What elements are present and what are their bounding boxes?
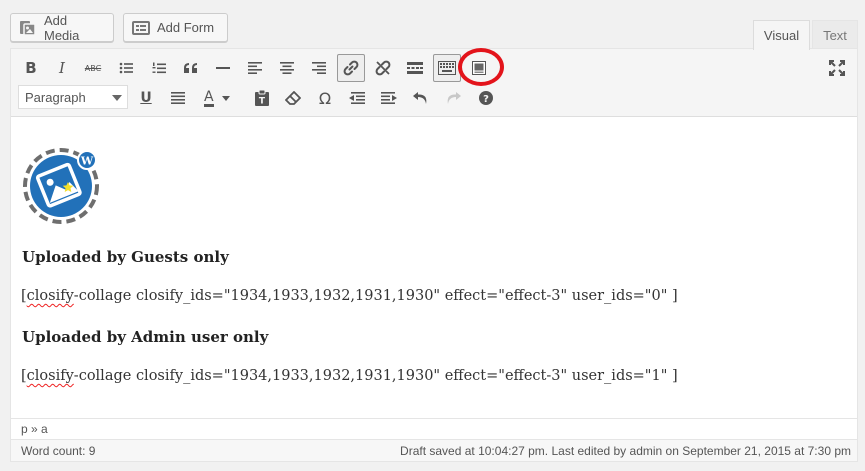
status-bar: Word count: 9 Draft saved at 10:04:27 pm… bbox=[11, 439, 857, 461]
format-select[interactable]: Paragraph bbox=[18, 85, 128, 109]
read-more-button[interactable] bbox=[401, 54, 429, 82]
redo-button[interactable] bbox=[439, 84, 467, 112]
align-right-icon bbox=[312, 62, 326, 74]
align-left-button[interactable] bbox=[241, 54, 269, 82]
text-color-icon: A bbox=[204, 88, 214, 107]
horizontal-line-button[interactable] bbox=[209, 54, 237, 82]
align-center-button[interactable] bbox=[273, 54, 301, 82]
shortcode-admin: [closify-collage closify_ids="1934,1933,… bbox=[21, 368, 678, 384]
tab-visual-label: Visual bbox=[763, 28, 800, 43]
element-path-text[interactable]: p » a bbox=[21, 422, 48, 436]
plugin-logo-image: W bbox=[22, 145, 102, 229]
toolbar-toggle-button[interactable] bbox=[433, 54, 461, 82]
toolbar-toggle-icon bbox=[438, 61, 456, 75]
align-left-icon bbox=[248, 62, 262, 74]
clear-formatting-icon bbox=[285, 91, 301, 105]
paste-text-button[interactable]: T bbox=[248, 84, 276, 112]
add-form-button[interactable]: Add Form bbox=[123, 13, 228, 42]
tab-visual[interactable]: Visual bbox=[753, 20, 810, 50]
indent-icon bbox=[381, 92, 397, 104]
paste-text-icon: T bbox=[255, 90, 269, 106]
tab-text-label: Text bbox=[823, 27, 847, 43]
draft-saved-status: Draft saved at 10:04:27 pm. Last edited … bbox=[400, 444, 851, 458]
special-character-button[interactable]: Ω bbox=[311, 84, 339, 112]
editor-content[interactable]: W Uploaded by Guests only [closify-colla… bbox=[11, 118, 857, 417]
bold-icon: B bbox=[25, 59, 37, 77]
blockquote-button[interactable] bbox=[177, 54, 205, 82]
svg-text:T: T bbox=[259, 97, 266, 107]
horizontal-line-icon bbox=[216, 67, 230, 69]
help-button[interactable]: ? bbox=[472, 84, 500, 112]
collage-shortcode-button[interactable] bbox=[465, 54, 493, 82]
heading-admin: Uploaded by Admin user only bbox=[22, 328, 269, 346]
underline-icon: U bbox=[140, 90, 152, 106]
editor-frame: B I ABC Paragraph U A T Ω ? W Uploaded b… bbox=[10, 48, 858, 462]
misspelled-word[interactable]: closify bbox=[27, 288, 74, 304]
fullscreen-icon bbox=[829, 60, 845, 76]
chevron-down-icon bbox=[221, 95, 230, 101]
shortcode-guests: [closify-collage closify_ids="1934,1933,… bbox=[21, 288, 678, 304]
indent-button[interactable] bbox=[375, 84, 403, 112]
text-color-button[interactable]: A bbox=[197, 84, 237, 112]
bulleted-list-button[interactable] bbox=[112, 54, 140, 82]
shortcode-text: -collage closify_ids="1934,1933,1932,193… bbox=[73, 288, 678, 304]
undo-icon bbox=[413, 92, 427, 104]
special-character-icon: Ω bbox=[318, 88, 332, 108]
toolbar-row-1: B I ABC bbox=[11, 48, 857, 86]
svg-text:?: ? bbox=[483, 94, 489, 105]
clear-formatting-button[interactable] bbox=[279, 84, 307, 112]
outdent-icon bbox=[349, 92, 365, 104]
undo-button[interactable] bbox=[407, 84, 435, 112]
unlink-icon bbox=[375, 60, 391, 76]
justify-button[interactable] bbox=[164, 84, 192, 112]
underline-button[interactable]: U bbox=[132, 84, 160, 112]
toolbar-row-2: Paragraph U A T Ω ? bbox=[11, 83, 857, 113]
tab-text[interactable]: Text bbox=[812, 20, 858, 49]
numbered-list-button[interactable] bbox=[145, 54, 173, 82]
collage-shortcode-icon bbox=[472, 61, 486, 75]
blockquote-icon bbox=[184, 63, 197, 73]
svg-text:W: W bbox=[80, 155, 94, 168]
numbered-list-icon bbox=[152, 62, 166, 73]
form-icon bbox=[132, 20, 150, 35]
media-icon bbox=[19, 20, 37, 36]
add-media-button[interactable]: Add Media bbox=[10, 12, 114, 43]
italic-icon: I bbox=[59, 59, 65, 77]
redo-icon bbox=[447, 92, 461, 104]
outdent-button[interactable] bbox=[343, 84, 371, 112]
format-select-value: Paragraph bbox=[25, 89, 86, 105]
help-icon: ? bbox=[479, 91, 493, 105]
heading-guests: Uploaded by Guests only bbox=[22, 248, 229, 266]
chevron-down-icon bbox=[112, 95, 122, 101]
misspelled-word[interactable]: closify bbox=[27, 368, 74, 384]
shortcode-text: -collage closify_ids="1934,1933,1932,193… bbox=[73, 368, 678, 384]
bold-button[interactable]: B bbox=[17, 54, 45, 82]
fullscreen-button[interactable] bbox=[823, 54, 851, 82]
word-count: Word count: 9 bbox=[21, 444, 96, 458]
link-button[interactable] bbox=[337, 54, 365, 82]
read-more-icon bbox=[407, 62, 423, 74]
add-media-label: Add Media bbox=[44, 12, 80, 43]
italic-button[interactable]: I bbox=[48, 54, 76, 82]
element-path[interactable]: p » a bbox=[11, 418, 857, 439]
add-form-label: Add Form bbox=[157, 20, 215, 35]
align-right-button[interactable] bbox=[305, 54, 333, 82]
justify-icon bbox=[171, 92, 185, 104]
bulleted-list-icon bbox=[119, 62, 133, 74]
strikethrough-button[interactable]: ABC bbox=[79, 54, 107, 82]
strikethrough-icon: ABC bbox=[84, 63, 102, 73]
unlink-button[interactable] bbox=[369, 54, 397, 82]
editor-toolbar: B I ABC Paragraph U A T Ω ? bbox=[11, 48, 857, 117]
align-center-icon bbox=[280, 62, 294, 74]
link-icon bbox=[343, 60, 359, 76]
